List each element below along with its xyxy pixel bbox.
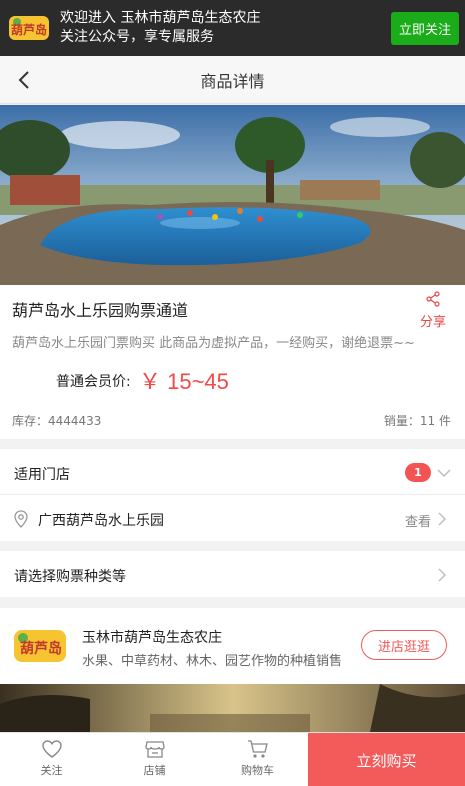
price-label: 普通会员价: bbox=[56, 374, 131, 390]
ticket-type-label: 请选择购票种类等 bbox=[14, 569, 126, 585]
banner-welcome: 欢迎进入 玉林市葫芦岛生态农庄 bbox=[60, 10, 261, 26]
banner-text: 欢迎进入 玉林市葫芦岛生态农庄 关注公众号，享专属服务 bbox=[60, 9, 391, 47]
product-name: 葫芦岛水上乐园购票通道 bbox=[12, 301, 189, 320]
location-pin-icon bbox=[14, 510, 28, 528]
shop-name: 玉林市葫芦岛生态农庄 bbox=[82, 630, 222, 646]
follow-tab-label: 关注 bbox=[40, 764, 63, 777]
cart-tab[interactable]: 购物车 bbox=[206, 733, 309, 786]
store-address: 广西葫芦岛水上乐园 bbox=[38, 513, 164, 529]
heart-icon bbox=[41, 740, 62, 758]
product-detail-image bbox=[0, 684, 465, 732]
shop-description: 水果、中草药材、林木、园艺作物的种植销售 bbox=[82, 654, 343, 669]
store-tab-label: 店铺 bbox=[143, 764, 166, 777]
cart-tab-label: 购物车 bbox=[241, 764, 274, 777]
chevron-down-icon bbox=[437, 469, 451, 477]
detail-image bbox=[0, 684, 465, 732]
stock-count: 库存：4444433 bbox=[12, 414, 102, 428]
price-value: ￥ 15~45 bbox=[139, 369, 229, 394]
back-button[interactable] bbox=[10, 66, 38, 94]
store-tab[interactable]: 店铺 bbox=[103, 733, 206, 786]
share-label: 分享 bbox=[419, 315, 446, 330]
svg-text:葫芦岛: 葫芦岛 bbox=[11, 22, 47, 37]
share-icon bbox=[426, 291, 440, 307]
farm-logo-icon: 葫芦岛 bbox=[8, 13, 50, 43]
store-count-badge: 1 bbox=[405, 463, 431, 482]
follow-button[interactable]: 立即关注 bbox=[390, 11, 459, 45]
applicable-stores-label: 适用门店 bbox=[14, 467, 70, 483]
buy-now-button[interactable]: 立刻购买 bbox=[308, 733, 465, 786]
product-info: 葫芦岛水上乐园购票通道 分享 葫芦岛水上乐园门票购买 此商品为虚拟产品，一经购买… bbox=[0, 285, 465, 439]
svg-text:葫芦岛: 葫芦岛 bbox=[20, 640, 62, 657]
share-button[interactable]: 分享 bbox=[417, 291, 449, 330]
follow-tab[interactable]: 关注 bbox=[0, 733, 103, 786]
chevron-right-icon bbox=[438, 512, 446, 526]
shop-logo-icon: 葫芦岛 bbox=[12, 626, 68, 666]
applicable-stores-section: 适用门店 1 广西葫芦岛水上乐园 查看 bbox=[0, 449, 465, 541]
nav-bar: 商品详情 bbox=[0, 56, 465, 104]
chevron-right-icon bbox=[438, 568, 446, 582]
view-store-link[interactable]: 查看 bbox=[405, 511, 431, 530]
store-icon bbox=[144, 741, 165, 758]
follow-banner: 葫芦岛 欢迎进入 玉林市葫芦岛生态农庄 关注公众号，享专属服务 立即关注 bbox=[0, 0, 465, 56]
product-description: 葫芦岛水上乐园门票购买 此商品为虚拟产品，一经购买，谢绝退票~~ bbox=[12, 336, 415, 351]
page-title: 商品详情 bbox=[200, 71, 265, 91]
applicable-stores-row[interactable]: 适用门店 1 bbox=[0, 449, 465, 495]
cart-icon bbox=[247, 740, 268, 758]
sales-count: 销量：11 件 bbox=[383, 414, 451, 428]
visit-shop-button[interactable]: 进店逛逛 bbox=[361, 630, 447, 660]
chevron-left-icon bbox=[18, 71, 29, 89]
banner-subtitle: 关注公众号，享专属服务 bbox=[60, 29, 214, 45]
store-address-row[interactable]: 广西葫芦岛水上乐园 查看 bbox=[0, 495, 465, 541]
bottom-action-bar: 关注 店铺 购物车 立刻购买 bbox=[0, 732, 465, 786]
ticket-type-selector[interactable]: 请选择购票种类等 bbox=[0, 551, 465, 597]
water-park-image bbox=[0, 105, 465, 285]
product-image-carousel[interactable] bbox=[0, 105, 465, 285]
shop-card: 葫芦岛 玉林市葫芦岛生态农庄 水果、中草药材、林木、园艺作物的种植销售 进店逛逛 bbox=[0, 608, 465, 684]
